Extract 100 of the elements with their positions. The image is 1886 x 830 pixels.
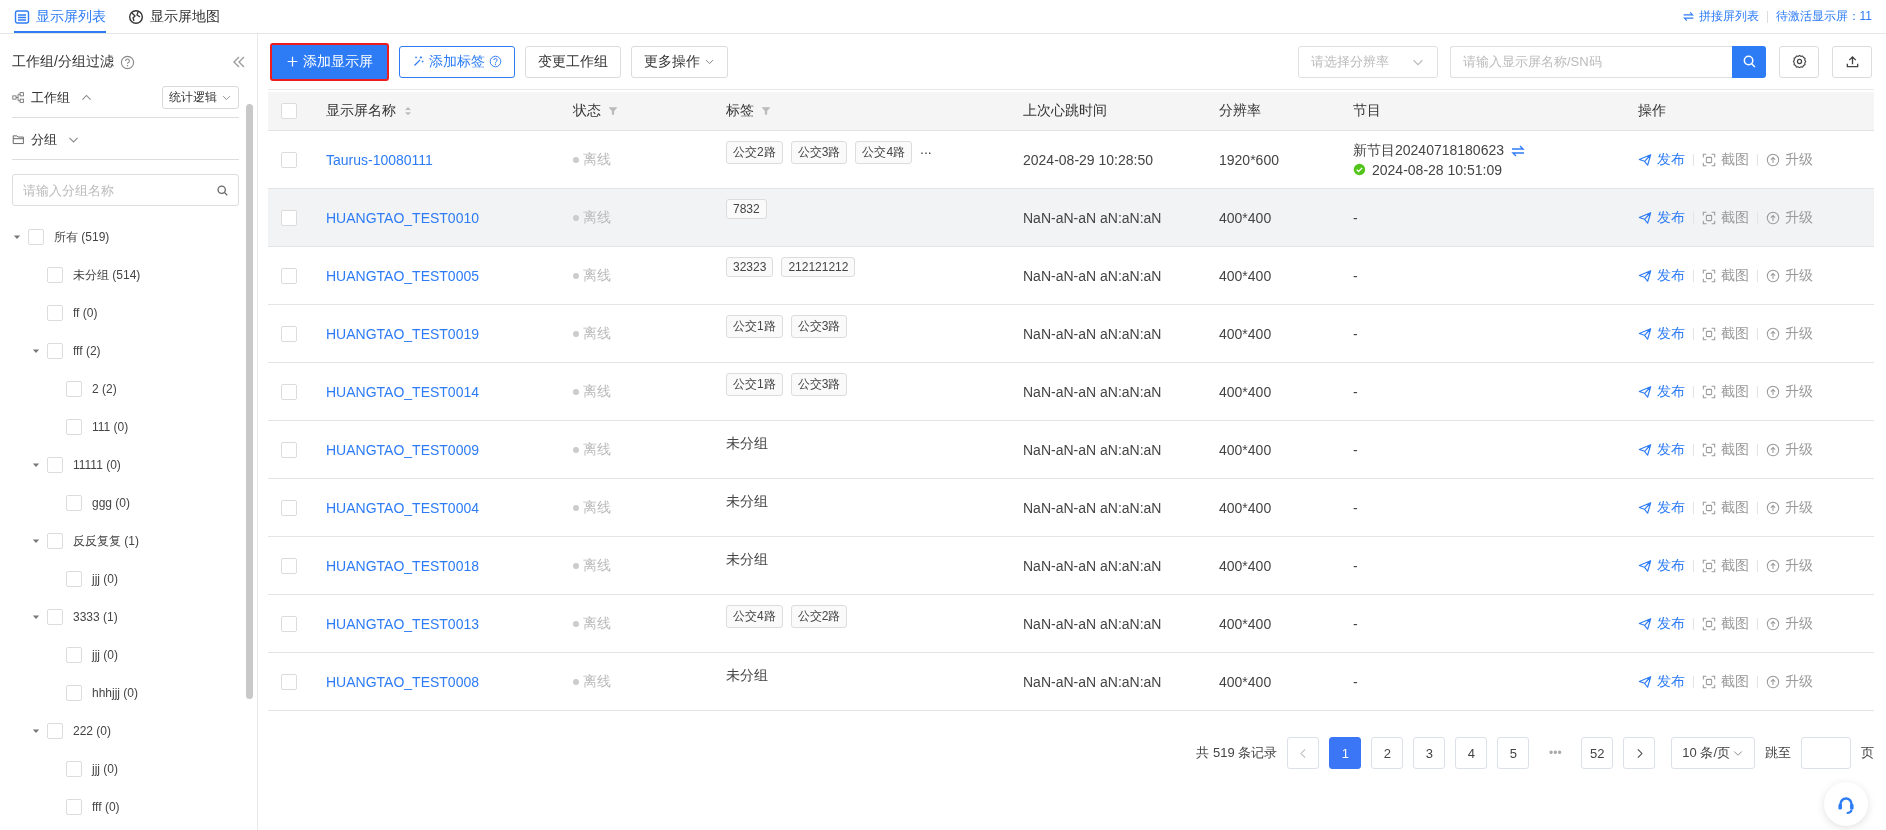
pending-activation-link[interactable]: 待激活显示屏：11 bbox=[1775, 8, 1872, 25]
checkbox[interactable] bbox=[66, 495, 82, 511]
tree-item[interactable]: jjj (0) bbox=[92, 648, 118, 662]
scrollbar[interactable] bbox=[246, 104, 253, 699]
publish-link[interactable]: 发布 bbox=[1638, 556, 1685, 575]
checkbox[interactable] bbox=[47, 723, 63, 739]
checkbox[interactable] bbox=[66, 799, 82, 815]
tree-item[interactable]: hhhjjj (0) bbox=[92, 686, 139, 700]
display-name-link[interactable]: HUANGTAO_TEST0010 bbox=[326, 209, 479, 226]
checkbox[interactable] bbox=[66, 761, 82, 777]
tree-item[interactable]: 111 (0) bbox=[92, 420, 129, 434]
status-text: 离线 bbox=[583, 614, 611, 633]
upgrade-icon bbox=[1766, 500, 1780, 515]
collapse-icon[interactable] bbox=[231, 54, 247, 70]
tree-item[interactable]: jjj (0) bbox=[92, 762, 118, 776]
tree-item[interactable]: 未分组 (514) bbox=[73, 266, 141, 284]
view-tab[interactable]: 显示屏列表 bbox=[14, 0, 106, 33]
row-checkbox[interactable] bbox=[281, 673, 297, 690]
tree-item[interactable]: ff (0) bbox=[73, 306, 98, 320]
row-checkbox[interactable] bbox=[281, 615, 297, 632]
tree-item[interactable]: 反反复复 (1) bbox=[73, 532, 139, 550]
row-checkbox[interactable] bbox=[281, 151, 297, 168]
checkbox[interactable] bbox=[47, 609, 63, 625]
export-button[interactable] bbox=[1832, 45, 1872, 78]
page-size-select[interactable]: 10 条/页 bbox=[1671, 737, 1755, 769]
more-actions-button[interactable]: 更多操作 bbox=[631, 45, 728, 78]
display-name-link[interactable]: Taurus-10080111 bbox=[326, 151, 433, 168]
checkbox[interactable] bbox=[47, 533, 63, 549]
display-name-link[interactable]: HUANGTAO_TEST0019 bbox=[326, 325, 479, 342]
support-button[interactable] bbox=[1824, 782, 1868, 826]
add-tag-button[interactable]: 添加标签 bbox=[399, 45, 515, 78]
checkbox[interactable] bbox=[66, 419, 82, 435]
checkbox[interactable] bbox=[47, 343, 63, 359]
previous-page-button[interactable] bbox=[1287, 737, 1320, 769]
row-checkbox[interactable] bbox=[281, 557, 297, 574]
logic-dropdown[interactable]: 统计逻辑 bbox=[162, 86, 239, 109]
display-name-link[interactable]: HUANGTAO_TEST0009 bbox=[326, 441, 479, 458]
tree-item[interactable]: fff (2) bbox=[73, 344, 101, 358]
publish-link[interactable]: 发布 bbox=[1638, 614, 1685, 633]
publish-link[interactable]: 发布 bbox=[1638, 324, 1685, 343]
page-button[interactable]: 5 bbox=[1497, 737, 1530, 769]
add-display-button[interactable]: 添加显示屏 bbox=[270, 42, 389, 81]
status-text: 离线 bbox=[583, 324, 611, 343]
ellipsis-text[interactable]: ••• bbox=[1539, 746, 1572, 760]
resolution-text: 400*400 bbox=[1219, 499, 1272, 516]
publish-link[interactable]: 发布 bbox=[1638, 266, 1685, 285]
publish-link[interactable]: 发布 bbox=[1638, 498, 1685, 517]
checkbox[interactable] bbox=[47, 305, 63, 321]
settings-button[interactable] bbox=[1779, 45, 1819, 78]
row-checkbox[interactable] bbox=[281, 499, 297, 516]
search-button[interactable] bbox=[1732, 45, 1766, 78]
change-workgroup-button[interactable]: 变更工作组 bbox=[525, 45, 621, 78]
select-all-checkbox[interactable] bbox=[281, 103, 297, 119]
display-name-link[interactable]: HUANGTAO_TEST0004 bbox=[326, 499, 479, 516]
next-page-button[interactable] bbox=[1623, 737, 1656, 769]
page-button[interactable]: 1 bbox=[1329, 737, 1362, 769]
display-search-field[interactable]: 请输入显示屏名称/SN码 bbox=[1450, 45, 1732, 78]
display-name-link[interactable]: HUANGTAO_TEST0014 bbox=[326, 383, 479, 400]
tree-item[interactable]: 222 (0) bbox=[73, 724, 112, 738]
display-name-link[interactable]: HUANGTAO_TEST0008 bbox=[326, 673, 479, 690]
paper-plane-icon bbox=[1638, 326, 1652, 341]
display-name-link[interactable]: HUANGTAO_TEST0018 bbox=[326, 557, 479, 574]
row-checkbox[interactable] bbox=[281, 209, 297, 226]
tree-item[interactable]: ggg (0) bbox=[92, 496, 131, 510]
row-checkbox[interactable] bbox=[281, 383, 297, 400]
filter-icon[interactable] bbox=[760, 105, 772, 117]
checkbox[interactable] bbox=[66, 685, 82, 701]
publish-link[interactable]: 发布 bbox=[1638, 150, 1685, 169]
page-button[interactable]: 2 bbox=[1371, 737, 1404, 769]
checkbox[interactable] bbox=[47, 457, 63, 473]
row-checkbox[interactable] bbox=[281, 267, 297, 284]
view-tab[interactable]: 显示屏地图 bbox=[128, 0, 220, 33]
row-checkbox[interactable] bbox=[281, 325, 297, 342]
checkbox[interactable] bbox=[28, 229, 44, 245]
tree-item[interactable]: 2 (2) bbox=[92, 382, 117, 396]
publish-link[interactable]: 发布 bbox=[1638, 208, 1685, 227]
page-button[interactable]: 52 bbox=[1581, 737, 1614, 769]
tree-item[interactable]: fff (0) bbox=[92, 800, 120, 814]
tree-item[interactable]: 11111 (0) bbox=[73, 458, 121, 472]
tree-item[interactable]: 所有 (519) bbox=[54, 228, 110, 246]
page-button[interactable]: 4 bbox=[1455, 737, 1488, 769]
publish-link[interactable]: 发布 bbox=[1638, 382, 1685, 401]
upgrade-icon bbox=[1766, 210, 1780, 225]
page-jump-field[interactable] bbox=[1801, 737, 1851, 769]
checkbox[interactable] bbox=[66, 571, 82, 587]
checkbox[interactable] bbox=[66, 381, 82, 397]
display-name-link[interactable]: HUANGTAO_TEST0013 bbox=[326, 615, 479, 632]
publish-link[interactable]: 发布 bbox=[1638, 440, 1685, 459]
tree-item[interactable]: 3333 (1) bbox=[73, 610, 118, 624]
row-checkbox[interactable] bbox=[281, 441, 297, 458]
checkbox[interactable] bbox=[66, 647, 82, 663]
splice-list-link[interactable]: 拼接屏列表 bbox=[1681, 8, 1759, 25]
sort-icon[interactable] bbox=[402, 105, 414, 117]
tree-item[interactable]: jjj (0) bbox=[92, 572, 118, 586]
display-name-link[interactable]: HUANGTAO_TEST0005 bbox=[326, 267, 479, 284]
filter-icon[interactable] bbox=[607, 105, 619, 117]
checkbox[interactable] bbox=[47, 267, 63, 283]
group-search-field[interactable]: 请输入分组名称 bbox=[12, 174, 239, 206]
page-button[interactable]: 3 bbox=[1413, 737, 1446, 769]
publish-link[interactable]: 发布 bbox=[1638, 672, 1685, 691]
